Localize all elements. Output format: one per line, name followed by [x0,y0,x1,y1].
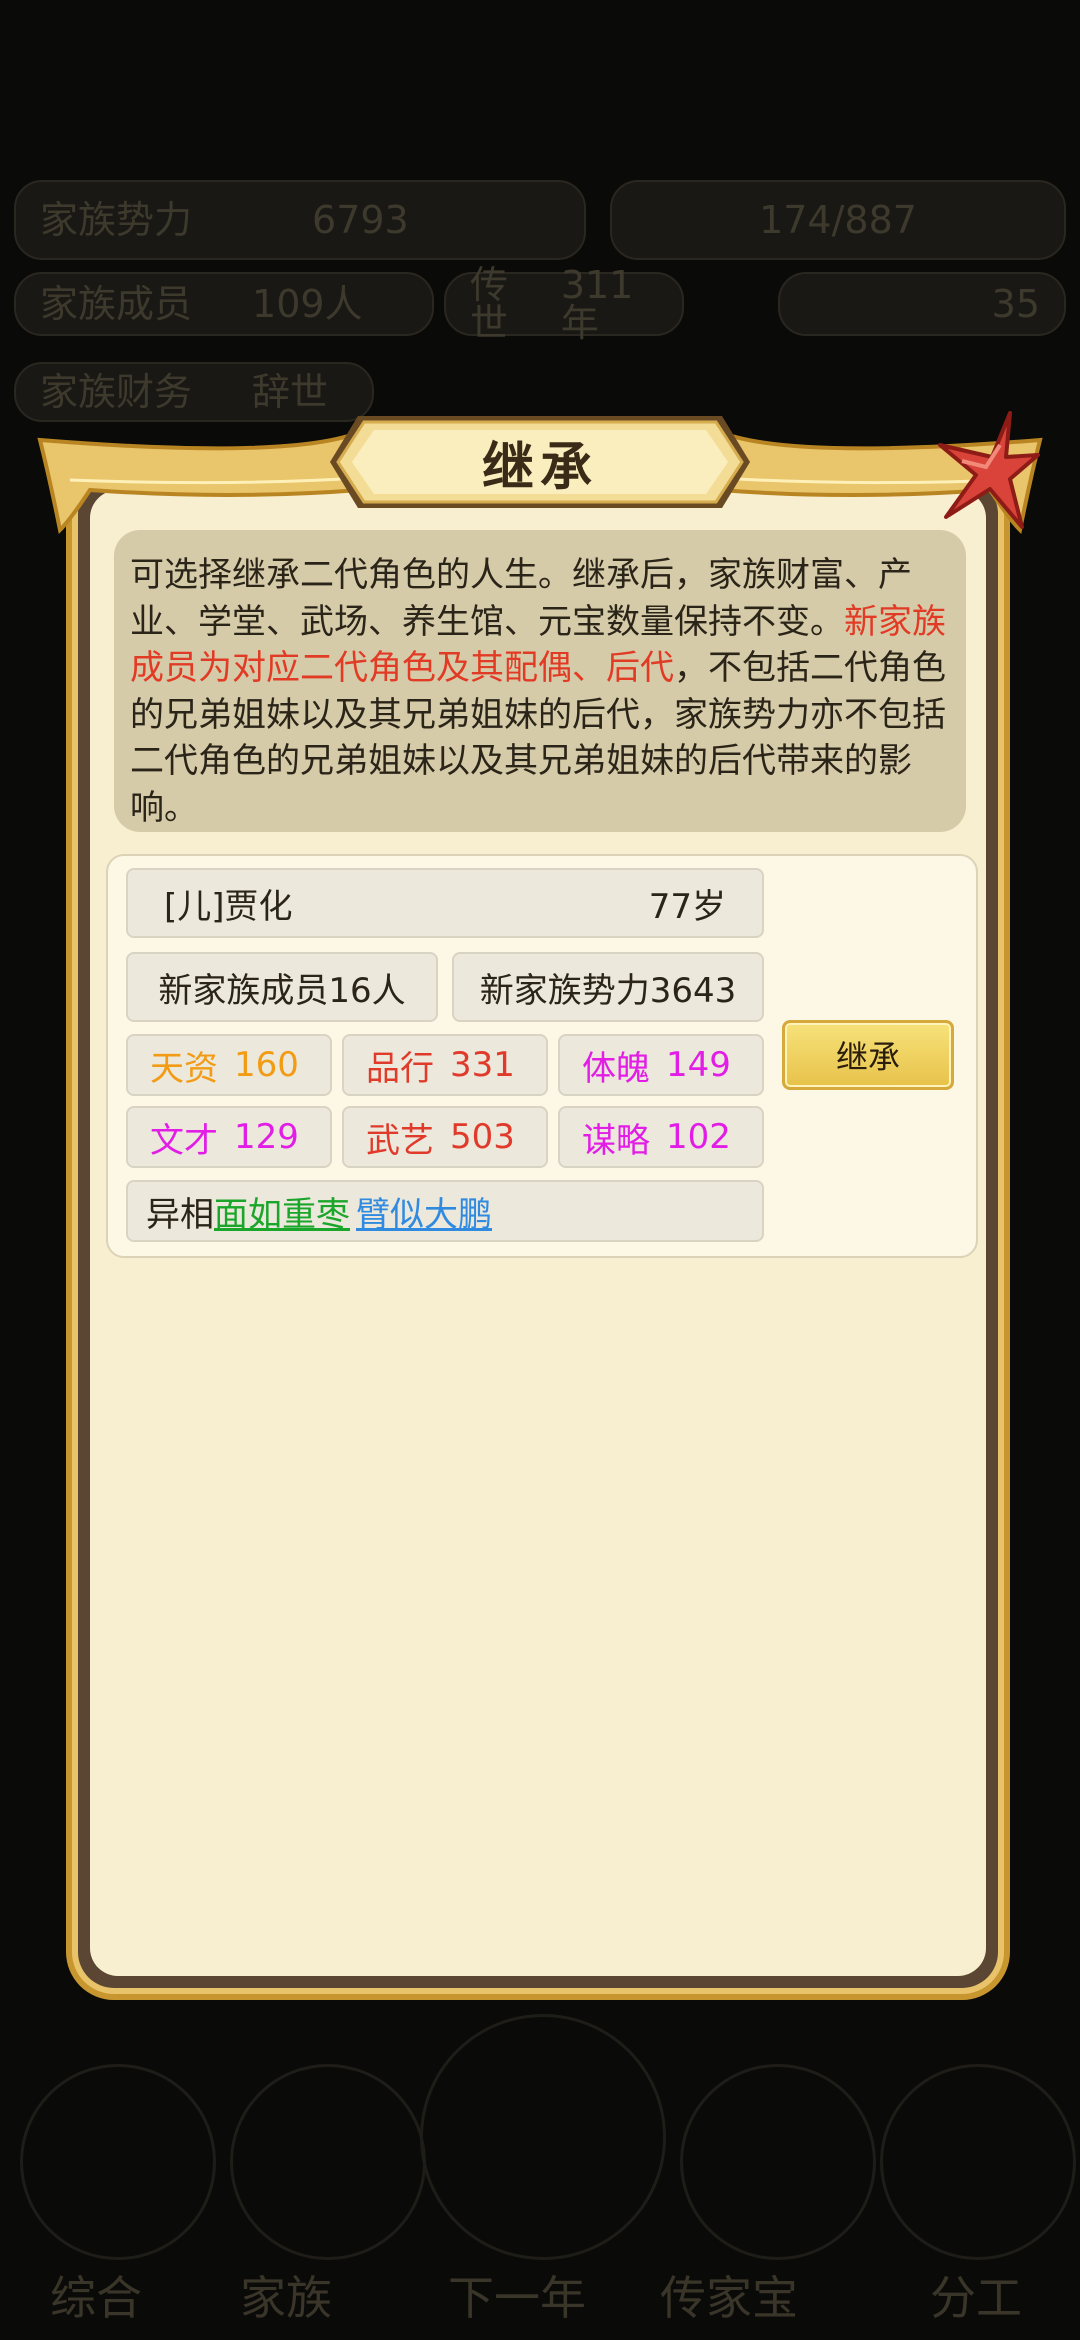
bg-nav-circle [880,2064,1076,2260]
new-members-count: 新家族成员16人 [126,952,438,1022]
stat-physique: 体魄 149 [558,1034,764,1096]
stat-conduct: 品行 331 [342,1034,548,1096]
stat-label: 品行 [366,1048,434,1089]
power-value: 6793 [312,198,409,242]
stat-label: 天资 [150,1048,218,1089]
stat-value: 149 [666,1045,731,1085]
deceased-label: 辞世 [252,370,329,414]
resource-bar: 174/887 [610,180,1066,260]
family-power-bar: 家族势力 6793 [14,180,586,260]
family-members-bar: 家族成员 109人 [14,272,434,336]
new-members-text: 新家族成员16人 [158,970,406,1011]
inherit-button[interactable]: 继承 [782,1020,954,1090]
bg-nav-circle [420,2014,666,2260]
stat-label: 武艺 [366,1120,434,1161]
members-value: 109人 [252,282,363,326]
stat-talent: 天资 160 [126,1034,332,1096]
members-label: 家族成员 [40,282,193,326]
finance-label: 家族财务 [40,370,193,414]
stat-martial: 武艺 503 [342,1106,548,1168]
generation-value: 311年 [560,263,634,345]
bg-nav-circle [230,2064,426,2260]
dialog-title-plate: 继承 [328,412,752,512]
description-text: 可选择继承二代角色的人生。继承后，家族财富、产业、学堂、武场、养生馆、元宝数量保… [130,555,912,642]
stat-value: 503 [450,1117,515,1157]
traits-label: 异相 [146,1194,214,1235]
stat-label: 谋略 [582,1120,650,1161]
coins-value: 35 [991,282,1040,326]
resource-value: 174/887 [759,198,917,242]
generation-bar: 传世 311年 [444,266,684,342]
dialog-title: 继承 [481,437,598,498]
inherit-description: 可选择继承二代角色的人生。继承后，家族财富、产业、学堂、武场、养生馆、元宝数量保… [114,530,966,832]
traits-row: 异相 面如重枣 臂似大鹏 [126,1180,764,1242]
stat-value: 102 [666,1117,731,1157]
bg-nav-circle [680,2064,876,2260]
stat-label: 文才 [150,1120,218,1161]
trait-link[interactable]: 臂似大鹏 [356,1187,492,1236]
stat-value: 331 [450,1045,515,1085]
stat-label: 体魄 [582,1048,650,1089]
candidate-age: 77岁 [648,886,726,927]
stat-strategy: 谋略 102 [558,1106,764,1168]
bottom-tab-next-year: 下一年 [448,2271,586,2325]
close-icon[interactable] [910,405,1040,535]
bottom-tab-family: 家族 [240,2271,332,2325]
bg-nav-circle [20,2064,216,2260]
trait-link[interactable]: 面如重枣 [214,1187,350,1236]
generation-label: 传世 [470,263,509,345]
bottom-tab-division: 分工 [930,2271,1022,2325]
power-label: 家族势力 [40,198,193,242]
new-power-text: 新家族势力3643 [479,970,737,1011]
stat-value: 160 [234,1045,299,1085]
finance-bar: 家族财务 辞世 [14,362,374,422]
bottom-tab-heirloom: 传家宝 [660,2271,798,2325]
stat-value: 129 [234,1117,299,1157]
candidate-name: [儿]贾化 [164,886,293,927]
new-power-value: 新家族势力3643 [452,952,764,1022]
coins-bar: 35 [778,272,1066,336]
stat-literary: 文才 129 [126,1106,332,1168]
candidate-name-row: [儿]贾化 77岁 [126,868,764,938]
bottom-tab-overview: 综合 [50,2271,142,2325]
